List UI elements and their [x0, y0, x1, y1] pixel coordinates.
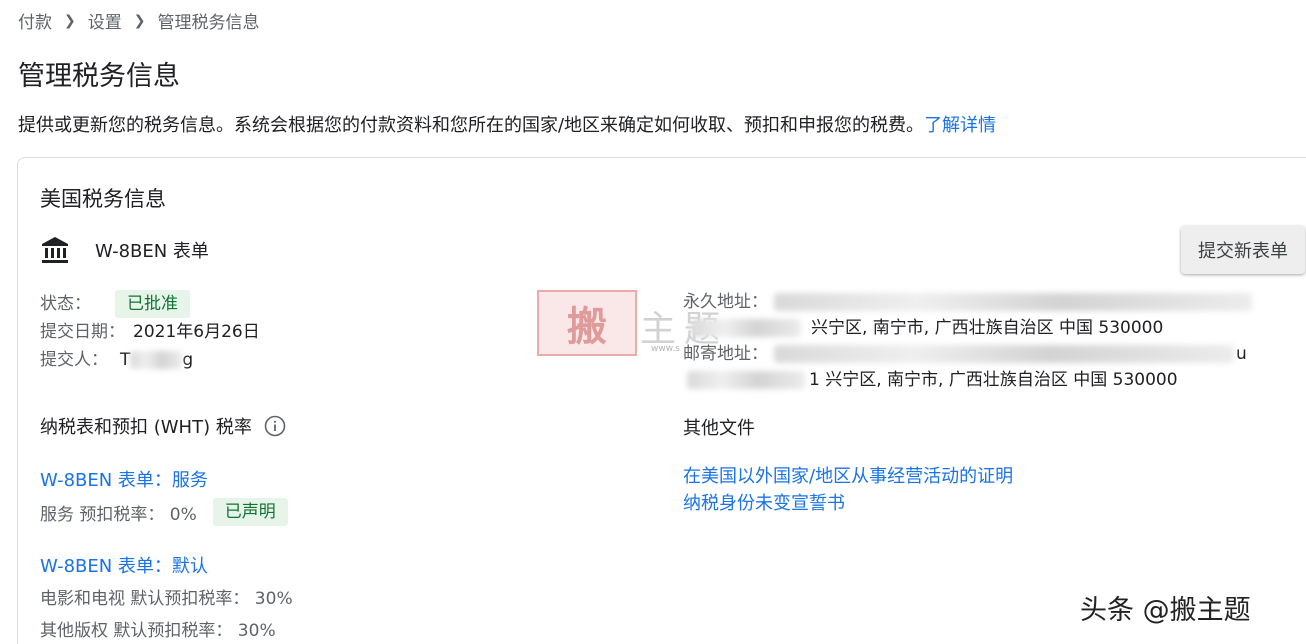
- status-badge: 已批准: [115, 290, 190, 318]
- chevron-right-icon: ❯: [133, 12, 146, 29]
- address-block: 永久地址： 兴宁区, 南宁市, 广西壮族自治区 中国 530000 邮寄地址： …: [683, 289, 1252, 393]
- mailing-address-label: 邮寄地址：: [683, 344, 768, 364]
- redacted-blur: [774, 345, 1234, 363]
- mailing-address-line2: 1 兴宁区, 南宁市, 广西壮族自治区 中国 530000: [809, 370, 1178, 390]
- breadcrumb: 付款 ❯ 设置 ❯ 管理税务信息: [18, 8, 260, 34]
- form-header: W-8BEN 表单: [40, 235, 209, 265]
- status-affidavit-link[interactable]: 纳税身份未变宣誓书: [683, 489, 845, 515]
- chevron-right-icon: ❯: [64, 12, 76, 29]
- submitter-prefix: T: [120, 350, 131, 370]
- wht-title: 纳税表和预扣 (WHT) 税率: [40, 417, 252, 438]
- redacted-blur: [687, 371, 805, 389]
- services-rate-row: 服务 预扣税率： 0% 已声明: [40, 498, 288, 526]
- services-rate: 服务 预扣税率： 0%: [40, 504, 197, 525]
- form-name: W-8BEN 表单: [95, 241, 209, 262]
- submitter-suffix: g: [182, 350, 194, 370]
- page-title: 管理税务信息: [18, 61, 180, 92]
- submit-new-form-button[interactable]: 提交新表单: [1181, 226, 1305, 274]
- w8ben-services-link[interactable]: W-8BEN 表单：服务: [40, 466, 208, 492]
- other-docs-title: 其他文件: [683, 418, 755, 439]
- form-meta: 状态： 已批准 提交日期： 2021年6月26日 提交人： Tg: [40, 290, 260, 374]
- film-tv-rate: 电影和电视 默认预扣税率： 30%: [40, 589, 293, 609]
- mailing-address-line1-tail: u: [1236, 344, 1247, 364]
- permanent-address-label: 永久地址：: [683, 292, 768, 312]
- submitter-value: Tg: [120, 346, 193, 374]
- date-value: 2021年6月26日: [133, 322, 260, 342]
- page-description: 提供或更新您的税务信息。系统会根据您的付款资料和您所在的国家/地区来确定如何收取…: [18, 111, 996, 137]
- redacted-blur: [691, 319, 801, 337]
- breadcrumb-settings[interactable]: 设置: [88, 8, 122, 33]
- watermark-url: www.s: [651, 344, 680, 354]
- section-title: 美国税务信息: [40, 187, 166, 211]
- w8ben-default-link[interactable]: W-8BEN 表单：默认: [40, 552, 208, 578]
- redacted-blur: [130, 351, 183, 369]
- date-label: 提交日期：: [40, 322, 125, 342]
- breadcrumb-current: 管理税务信息: [157, 13, 260, 33]
- wht-heading: 纳税表和预扣 (WHT) 税率: [40, 413, 286, 439]
- learn-more-link[interactable]: 了解详情: [924, 115, 996, 136]
- submitter-label: 提交人：: [40, 350, 108, 370]
- bank-icon: [40, 235, 70, 265]
- permanent-address-line2: 兴宁区, 南宁市, 广西壮族自治区 中国 530000: [811, 318, 1164, 338]
- status-label: 状态：: [40, 294, 91, 314]
- corner-watermark: 头条 @搬主题: [1080, 595, 1251, 626]
- foreign-business-proof-link[interactable]: 在美国以外国家/地区从事经营活动的证明: [683, 462, 1013, 488]
- redacted-blur: [774, 293, 1252, 311]
- watermark-stamp: 搬: [537, 290, 637, 356]
- declared-badge: 已声明: [212, 498, 288, 526]
- breadcrumb-payments[interactable]: 付款: [18, 8, 52, 33]
- us-tax-card: [17, 157, 1306, 644]
- other-royalty-rate: 其他版权 默认预扣税率： 30%: [40, 621, 276, 641]
- info-icon[interactable]: [264, 415, 286, 437]
- description-text: 提供或更新您的税务信息。系统会根据您的付款资料和您所在的国家/地区来确定如何收取…: [18, 115, 925, 136]
